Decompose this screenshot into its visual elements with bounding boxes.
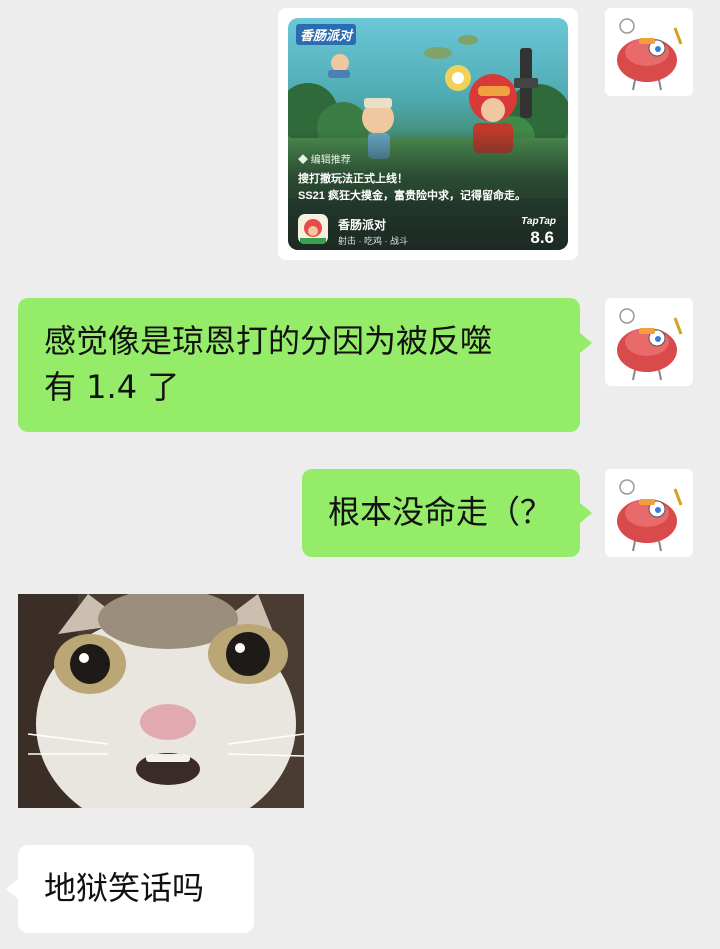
cat-face-drawing xyxy=(18,594,304,808)
message-bubble-self[interactable]: 根本没命走（？ xyxy=(302,469,580,557)
app-icon xyxy=(298,214,328,244)
game-logo: 香肠派对 xyxy=(296,24,357,45)
app-tags: 射击 · 吃鸡 · 战斗 xyxy=(338,236,408,246)
avatar[interactable] xyxy=(605,298,693,386)
game-card-message[interactable]: 香肠派对 ◆ 编辑推荐 搜打撤玩法正式上线！ SS21 疯狂大摸金，富贵险中求，… xyxy=(278,8,578,260)
avatar[interactable] xyxy=(605,469,693,557)
message-bubble-other[interactable]: 地狱笑话吗 xyxy=(18,845,254,933)
message-bubble-self[interactable]: 感觉像是琼恩打的分因为被反噬 有 1.4 了 xyxy=(18,298,580,432)
card-headline: 搜打撤玩法正式上线！ xyxy=(298,173,408,185)
editor-tag: ◆ 编辑推荐 xyxy=(298,155,351,166)
avatar[interactable] xyxy=(605,8,693,96)
card-subline: SS21 疯狂大摸金，富贵险中求，记得留命走。 xyxy=(298,190,526,202)
avatar-drawing xyxy=(617,308,683,381)
cat-sticker-image[interactable] xyxy=(18,594,304,808)
app-name: 香肠派对 xyxy=(338,218,387,232)
message-text-line-1: 感觉像是琼恩打的分因为被反噬 xyxy=(44,322,493,360)
message-text: 根本没命走（？ xyxy=(328,493,553,531)
game-card-banner[interactable]: 香肠派对 ◆ 编辑推荐 搜打撤玩法正式上线！ SS21 疯狂大摸金，富贵险中求，… xyxy=(288,18,568,250)
avatar-drawing xyxy=(617,479,683,552)
editor-tag-icon: ◆ xyxy=(298,155,311,166)
taptap-brand: TapTap xyxy=(521,216,556,227)
message-text: 地狱笑话吗 xyxy=(44,869,205,907)
message-text-line-2: 有 1.4 了 xyxy=(44,368,180,406)
avatar-drawing xyxy=(617,18,683,91)
taptap-score: 8.6 xyxy=(530,228,554,247)
